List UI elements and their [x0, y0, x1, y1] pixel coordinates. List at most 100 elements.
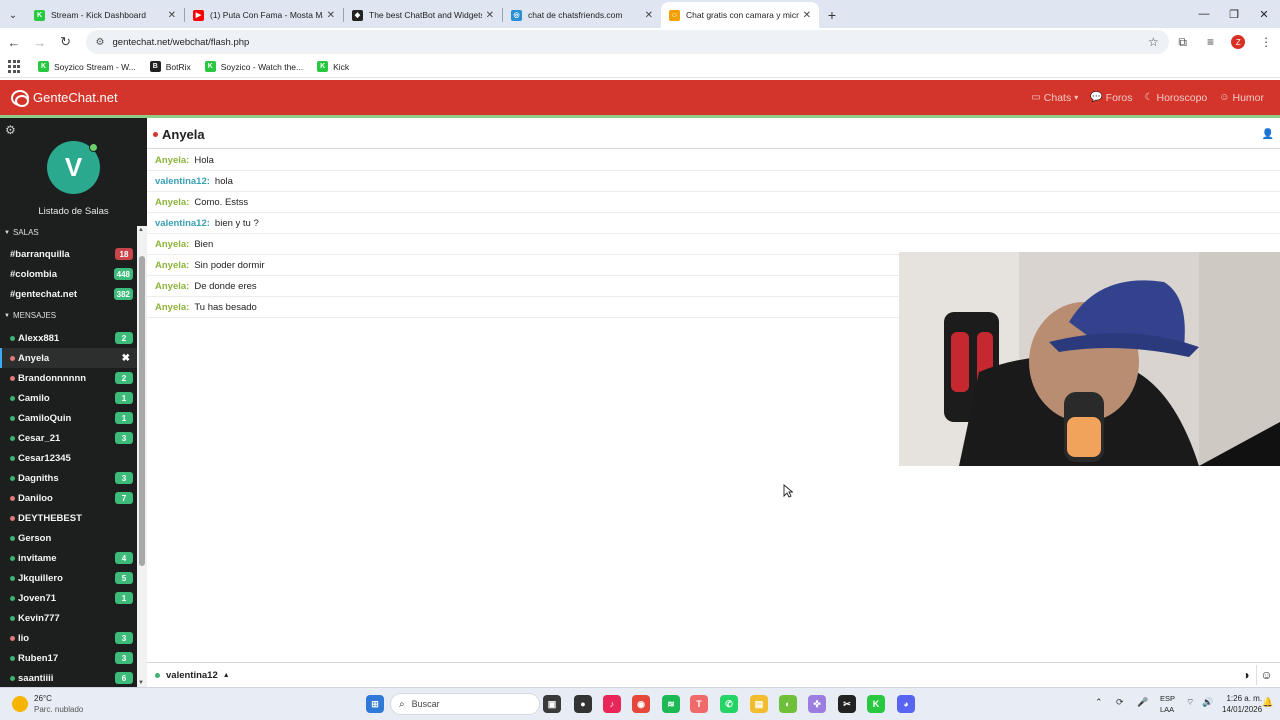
sidebar-user-item[interactable]: Daniloo 7 — [0, 488, 137, 508]
message-author[interactable]: valentina12: — [155, 218, 210, 229]
site-logo[interactable]: GenteChat.net — [11, 89, 118, 107]
user-profile-icon[interactable]: 👤 — [1262, 129, 1274, 140]
tiktok-icon[interactable]: ♪ — [603, 695, 621, 713]
forward-icon[interactable]: → — [28, 30, 52, 54]
bookmark-item[interactable]: K Soyzico - Watch the... — [204, 61, 303, 72]
tab-search-icon[interactable]: ⌄ — [0, 2, 26, 28]
sidebar-room-item[interactable]: #barranquilla 18 — [0, 244, 137, 264]
close-tab-icon[interactable]: ✕ — [168, 10, 176, 21]
scrollbar-thumb[interactable] — [139, 256, 145, 566]
nav-humor[interactable]: ☺ Humor — [1219, 92, 1264, 104]
browser-tab[interactable]: ▶ (1) Puta Con Fama - Mosta Man ✕ — [185, 2, 343, 28]
sidebar-user-item[interactable]: Anyela ✖ — [0, 348, 137, 368]
sidebar-user-item[interactable]: DEYTHEBEST — [0, 508, 137, 528]
sidebar-user-item[interactable]: Joven71 1 — [0, 588, 137, 608]
system-clock[interactable]: 1:26 a. m. 14/01/2026 — [1222, 693, 1262, 715]
tray-overflow-icon[interactable]: ⌃ — [1095, 697, 1103, 708]
weather-widget[interactable]: 26°C Parc. nublado — [12, 693, 83, 715]
text-app-icon[interactable]: T — [690, 695, 708, 713]
nav-horoscopo[interactable]: ☾ Horoscopo — [1145, 92, 1208, 104]
back-icon[interactable]: ← — [2, 30, 26, 54]
new-tab-button[interactable]: + — [819, 2, 845, 28]
input-language[interactable]: ESP LAA — [1160, 693, 1175, 715]
gear-icon[interactable]: ⚙ — [5, 123, 16, 137]
browser-tab[interactable]: ◎ chat de chatsfriends.com ✕ — [503, 2, 661, 28]
nav-foros[interactable]: 💬 Foros — [1090, 92, 1132, 104]
address-bar[interactable]: ⚙ gentechat.net/webchat/flash.php ☆ — [85, 30, 1169, 54]
sidebar-user-item[interactable]: invitame 4 — [0, 548, 137, 568]
network-sync-icon[interactable]: ⟳ — [1116, 697, 1124, 708]
sidebar-user-item[interactable]: Jkquillero 5 — [0, 568, 137, 588]
scroll-up-icon[interactable]: ▲ — [138, 227, 144, 233]
extensions-icon[interactable]: ⧉ — [1169, 30, 1197, 54]
sidebar-scrollbar[interactable]: ▲ ▼ — [137, 226, 147, 687]
taskbar-search-input[interactable]: ⌕ Buscar — [390, 693, 540, 715]
sidebar-room-item[interactable]: #gentechat.net 382 — [0, 284, 137, 304]
chrome-icon[interactable]: ◉ — [632, 695, 650, 713]
close-tab-icon[interactable]: ✕ — [645, 10, 653, 21]
close-tab-icon[interactable]: ✕ — [803, 10, 811, 21]
obs-icon[interactable]: ● — [574, 695, 592, 713]
sidebar-room-item[interactable]: #colombia 448 — [0, 264, 137, 284]
salas-section-header[interactable]: ▼ SALAS — [4, 228, 39, 237]
close-tab-icon[interactable]: ✕ — [486, 10, 494, 21]
discord-icon[interactable]: ◕ — [897, 695, 915, 713]
site-info-icon[interactable]: ⚙ — [96, 37, 105, 48]
sidebar-user-item[interactable]: Kevin777 — [0, 608, 137, 628]
capcut-icon[interactable]: ✂ — [838, 695, 856, 713]
nav-chats[interactable]: ▭ Chats ▾ — [1031, 92, 1078, 104]
message-author[interactable]: Anyela: — [155, 239, 189, 250]
webcam-video[interactable] — [899, 252, 1280, 466]
avatar[interactable]: V — [47, 141, 100, 194]
scroll-down-icon[interactable]: ▼ — [138, 680, 144, 686]
bookmark-item[interactable]: B BotRix — [149, 61, 191, 72]
bookmark-item[interactable]: K Soyzico Stream - W... — [38, 61, 136, 72]
browser-tab[interactable]: ☺ Chat gratis con camara y micro ✕ — [661, 2, 819, 28]
sidebar-user-item[interactable]: Alexx881 2 — [0, 328, 137, 348]
gamepad-icon[interactable]: ✜ — [808, 695, 826, 713]
url-text[interactable]: gentechat.net/webchat/flash.php — [113, 37, 1148, 48]
restore-window-button[interactable]: ❐ — [1218, 0, 1250, 28]
spotify-icon[interactable]: ≋ — [662, 695, 680, 713]
sidebar-user-item[interactable]: Dagniths 3 — [0, 468, 137, 488]
sidebar-user-item[interactable]: Camilo 1 — [0, 388, 137, 408]
sidebar-user-item[interactable]: Cesar12345 — [0, 448, 137, 468]
message-author[interactable]: valentina12: — [155, 176, 210, 187]
message-author[interactable]: Anyela: — [155, 155, 189, 166]
microphone-icon[interactable]: 🎤 — [1137, 697, 1148, 708]
kick-icon[interactable]: K — [867, 695, 885, 713]
browser-tab[interactable]: K Stream - Kick Dashboard ✕ — [26, 2, 184, 28]
sidebar-user-item[interactable]: Cesar_21 3 — [0, 428, 137, 448]
task-view-icon[interactable]: ▣ — [543, 695, 561, 713]
bookmark-item[interactable]: K Kick — [317, 61, 349, 72]
sidebar-user-item[interactable]: CamiloQuin 1 — [0, 408, 137, 428]
sidebar-user-item[interactable]: lio 3 — [0, 628, 137, 648]
composer-username[interactable]: valentina12 — [166, 670, 218, 681]
message-author[interactable]: Anyela: — [155, 260, 189, 271]
whatsapp-icon[interactable]: ✆ — [720, 695, 738, 713]
minimize-window-button[interactable]: — — [1188, 0, 1220, 28]
sidebar-user-item[interactable]: Gerson — [0, 528, 137, 548]
close-window-button[interactable]: ✕ — [1248, 0, 1280, 28]
close-tab-icon[interactable]: ✕ — [327, 10, 335, 21]
emoji-icon[interactable]: ☺ — [1256, 665, 1276, 685]
caret-up-icon[interactable]: ▲ — [223, 672, 230, 679]
sidebar-user-item[interactable]: Brandonnnnnn 2 — [0, 368, 137, 388]
contrast-icon[interactable]: ◑ — [1236, 665, 1256, 685]
message-author[interactable]: Anyela: — [155, 302, 189, 313]
wifi-icon[interactable]: ⌔ — [1186, 697, 1194, 708]
mensajes-section-header[interactable]: ▼ MENSAJES — [4, 311, 56, 320]
message-author[interactable]: Anyela: — [155, 197, 189, 208]
windows-start-icon[interactable]: ⊞ — [366, 695, 384, 713]
close-conversation-icon[interactable]: ✖ — [122, 353, 130, 364]
sidebar-user-item[interactable]: Ruben17 3 — [0, 648, 137, 668]
apps-grid-icon[interactable] — [8, 59, 22, 74]
reload-icon[interactable]: ↻ — [54, 30, 78, 54]
file-explorer-icon[interactable]: ▤ — [750, 695, 768, 713]
browser-menu-icon[interactable]: ⋮ — [1252, 30, 1280, 54]
message-author[interactable]: Anyela: — [155, 281, 189, 292]
xbox-icon[interactable]: ◐ — [779, 695, 797, 713]
sidebar-user-item[interactable]: saantiiii 6 — [0, 668, 137, 687]
browser-tab[interactable]: ◆ The best ChatBot and Widgets ✕ — [344, 2, 502, 28]
profile-button[interactable]: Z — [1224, 30, 1252, 54]
